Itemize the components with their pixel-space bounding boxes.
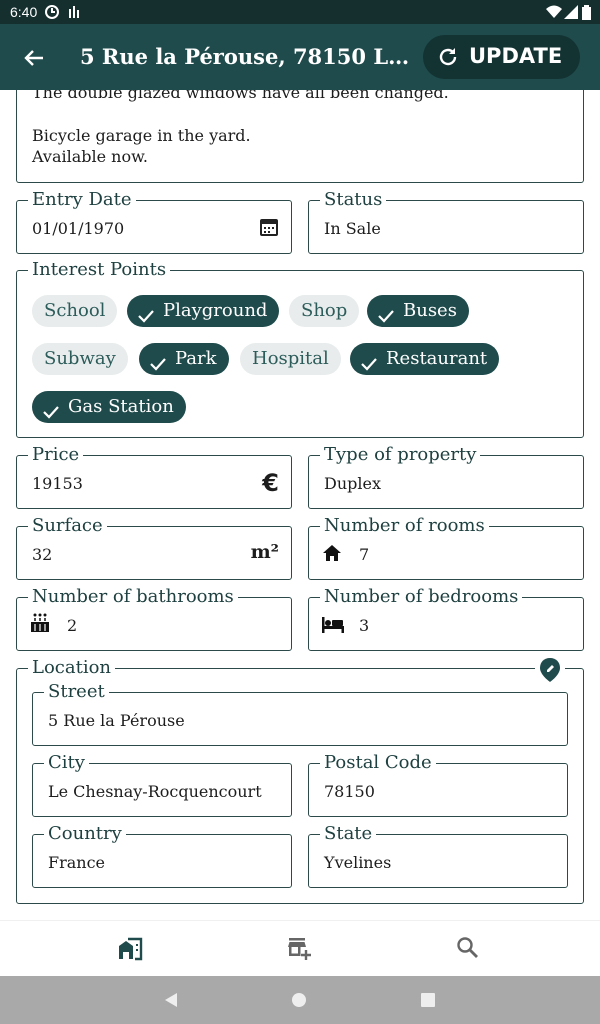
state-value: Yvelines	[324, 853, 392, 872]
chip-label: School	[44, 300, 106, 321]
country-value: France	[48, 853, 106, 872]
status-field[interactable]: Status In Sale	[308, 189, 584, 254]
nav-add-store-icon[interactable]	[286, 935, 312, 961]
bathrooms-field[interactable]: Number of bathrooms 2	[16, 586, 292, 651]
chip-label: Buses	[403, 300, 457, 321]
chip-label: Gas Station	[68, 396, 174, 417]
interest-points-group: Interest Points School Playground Shop B…	[16, 259, 584, 438]
rooms-field[interactable]: Number of rooms 7	[308, 515, 584, 580]
property-form[interactable]: The double glazed windows have all been …	[0, 90, 600, 920]
description-line: Bicycle garage in the yard.	[32, 126, 251, 145]
bathtub-icon	[30, 612, 50, 638]
page-title: 5 Rue la Pérouse, 78150 Le Chesnay-Rocqu…	[80, 44, 410, 69]
surface-field[interactable]: Surface 32 m²	[16, 515, 292, 580]
status-value: In Sale	[324, 219, 381, 238]
city-value: Le Chesnay-Rocquencourt	[48, 782, 262, 801]
bed-icon	[321, 617, 345, 637]
bottom-navigation	[0, 920, 600, 976]
price-value: 19153	[32, 474, 83, 493]
location-pin-icon[interactable]	[535, 657, 565, 687]
update-button[interactable]: UPDATE	[423, 35, 580, 79]
street-label: Street	[44, 681, 109, 703]
chip-label: Hospital	[252, 348, 329, 369]
refresh-icon	[437, 46, 459, 73]
home-icon	[322, 544, 342, 566]
interest-points-label: Interest Points	[28, 259, 171, 281]
chip-playground[interactable]: Playground	[127, 295, 280, 327]
country-label: Country	[44, 823, 126, 845]
clock: 6:40	[10, 4, 38, 20]
chip-label: Restaurant	[386, 348, 488, 369]
description-field[interactable]: The double glazed windows have all been …	[16, 90, 584, 183]
chip-hospital[interactable]: Hospital	[240, 343, 341, 375]
bedrooms-value: 3	[359, 616, 370, 635]
rooms-label: Number of rooms	[320, 515, 489, 537]
postal-code-label: Postal Code	[320, 752, 436, 774]
price-label: Price	[28, 444, 84, 466]
city-field[interactable]: City Le Chesnay-Rocquencourt	[32, 752, 292, 817]
wifi-icon	[546, 5, 562, 22]
check-icon	[149, 351, 167, 383]
property-type-value: Duplex	[324, 474, 381, 493]
country-field[interactable]: Country France	[32, 823, 292, 888]
entry-date-label: Entry Date	[28, 189, 136, 211]
chip-park[interactable]: Park	[139, 343, 229, 375]
nav-search-icon[interactable]	[455, 935, 481, 961]
check-icon	[42, 399, 60, 431]
app-bar: 5 Rue la Pérouse, 78150 Le Chesnay-Rocqu…	[0, 24, 600, 90]
square-meter-unit: m²	[250, 541, 279, 563]
property-type-label: Type of property	[320, 444, 481, 466]
status-label: Status	[320, 189, 387, 211]
calendar-icon[interactable]	[259, 217, 279, 241]
bedrooms-label: Number of bedrooms	[320, 586, 523, 608]
signal-bars-icon	[68, 5, 82, 22]
cell-signal-icon	[564, 5, 578, 22]
state-field[interactable]: State Yvelines	[308, 823, 568, 888]
property-type-field[interactable]: Type of property Duplex	[308, 444, 584, 509]
surface-label: Surface	[28, 515, 107, 537]
chip-label: Subway	[44, 348, 116, 369]
chip-label: Shop	[301, 300, 348, 321]
back-triangle-icon[interactable]	[162, 991, 180, 1013]
euro-icon: €	[262, 469, 279, 497]
check-icon	[360, 351, 378, 383]
entry-date-value: 01/01/1970	[32, 219, 125, 238]
update-label: UPDATE	[469, 44, 563, 68]
chip-subway[interactable]: Subway	[32, 343, 128, 375]
city-label: City	[44, 752, 89, 774]
description-line: Available now.	[32, 147, 148, 166]
chip-label: Park	[175, 348, 217, 369]
chip-shop[interactable]: Shop	[289, 295, 360, 327]
bathrooms-label: Number of bathrooms	[28, 586, 238, 608]
back-arrow-icon[interactable]	[18, 42, 50, 74]
home-circle-icon[interactable]	[291, 992, 307, 1012]
recents-square-icon[interactable]	[420, 992, 436, 1012]
price-field[interactable]: Price 19153 €	[16, 444, 292, 509]
chip-gas-station[interactable]: Gas Station	[32, 391, 186, 423]
bathrooms-value: 2	[67, 616, 78, 635]
check-icon	[377, 303, 395, 335]
state-label: State	[320, 823, 377, 845]
street-value: 5 Rue la Pérouse	[48, 711, 185, 730]
rooms-value: 7	[359, 545, 370, 564]
nav-home-icon[interactable]	[117, 935, 143, 961]
entry-date-field[interactable]: Entry Date 01/01/1970	[16, 189, 292, 254]
chip-label: Playground	[163, 300, 268, 321]
surface-value: 32	[32, 545, 53, 564]
street-field[interactable]: Street 5 Rue la Pérouse	[32, 681, 568, 746]
chip-school[interactable]: School	[32, 295, 118, 327]
battery-icon	[582, 5, 591, 23]
check-icon	[137, 303, 155, 335]
description-line: The double glazed windows have all been …	[32, 90, 449, 102]
bedrooms-field[interactable]: Number of bedrooms 3	[308, 586, 584, 651]
status-bar: 6:40	[0, 0, 600, 24]
postal-code-value: 78150	[324, 782, 375, 801]
postal-code-field[interactable]: Postal Code 78150	[308, 752, 568, 817]
notification-icon	[45, 5, 59, 22]
location-label: Location	[28, 657, 116, 679]
chip-restaurant[interactable]: Restaurant	[350, 343, 500, 375]
system-navigation-bar	[0, 976, 600, 1024]
location-group: Location Street 5 Rue la Pérouse City Le…	[16, 657, 584, 904]
chip-buses[interactable]: Buses	[367, 295, 469, 327]
